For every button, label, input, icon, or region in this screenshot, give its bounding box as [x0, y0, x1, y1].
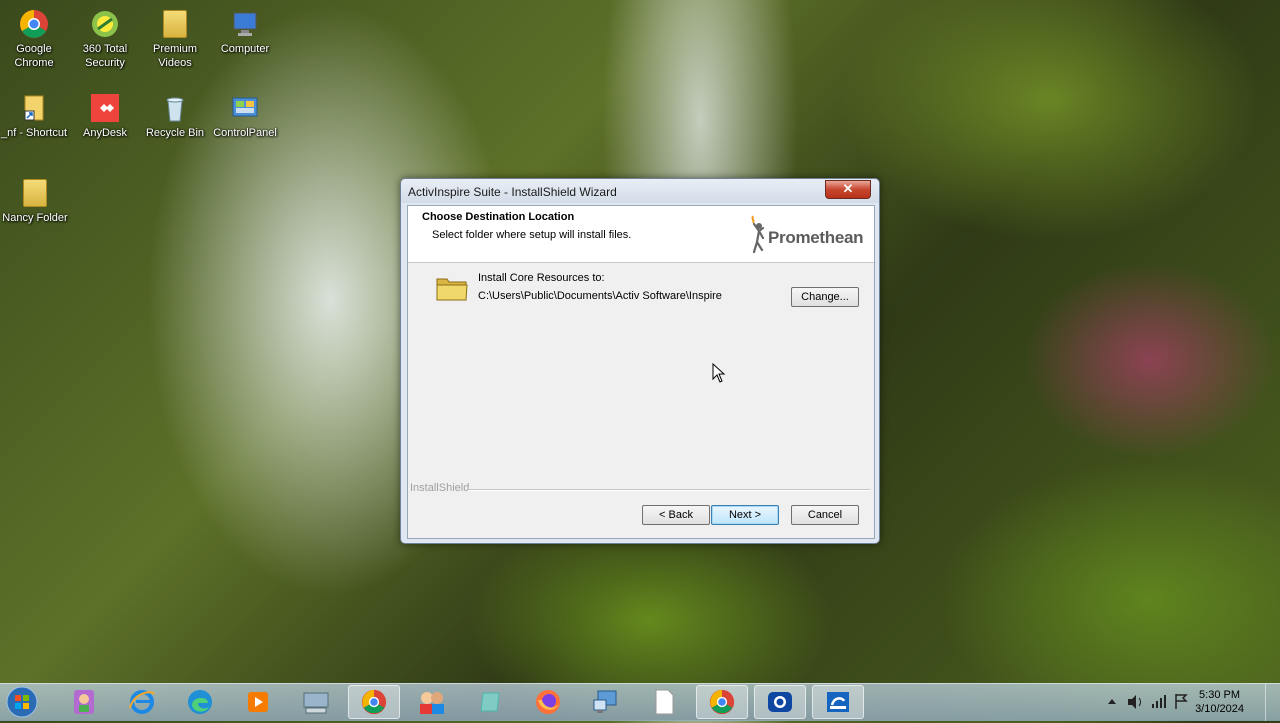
- taskbar-chrome[interactable]: [348, 685, 400, 719]
- blank-document-icon: [655, 689, 674, 715]
- desktop-icon-anydesk[interactable]: AnyDesk: [70, 92, 140, 140]
- close-button[interactable]: ✕: [825, 180, 871, 199]
- window-title: ActivInspire Suite - InstallShield Wizar…: [408, 185, 617, 199]
- promethean-logo: Promethean: [748, 214, 864, 254]
- desktop-icon-label: ControlPanel: [213, 127, 277, 139]
- desktop-icon-label: Premium Videos: [152, 43, 197, 69]
- page-title: Choose Destination Location: [422, 211, 575, 223]
- desktop-icon-label: Recycle Bin: [145, 127, 205, 139]
- show-desktop-button[interactable]: [1265, 684, 1280, 721]
- chrome-icon: [361, 689, 387, 715]
- change-button[interactable]: Change...: [791, 287, 859, 307]
- anydesk-icon: [89, 92, 121, 124]
- taskbar-chrome-2[interactable]: [696, 685, 748, 719]
- desktop-icon-label: _nf - Shortcut: [0, 127, 68, 139]
- promethean-figure-icon: [751, 215, 765, 254]
- wizard-client-area: Choose Destination Location Select folde…: [407, 205, 875, 539]
- page-subtitle: Select folder where setup will install f…: [432, 229, 632, 241]
- system-tray: 5:30 PM 3/10/2024: [1100, 684, 1280, 721]
- taskbar-keyboard-app[interactable]: [290, 685, 342, 719]
- network-app-icon: [593, 690, 617, 713]
- taskbar-media-player[interactable]: [232, 685, 284, 719]
- desktop-icon-label: Computer: [220, 43, 270, 55]
- desktop-icon-label: AnyDesk: [82, 127, 128, 139]
- computer-icon: [229, 8, 261, 40]
- folder-icon: [159, 8, 191, 40]
- desktop-icon-computer[interactable]: Computer: [210, 8, 280, 56]
- folder-icon: [436, 274, 468, 301]
- edge-icon: [188, 690, 212, 714]
- security-icon: [89, 8, 121, 40]
- windows-logo-icon: [6, 686, 38, 718]
- shortcut-icon: [18, 92, 50, 124]
- taskbar-blank-document[interactable]: [638, 685, 690, 719]
- taskbar-installer[interactable]: [812, 685, 864, 719]
- taskbar: 5:30 PM 3/10/2024: [0, 683, 1280, 721]
- title-bar[interactable]: ActivInspire Suite - InstallShield Wizar…: [401, 179, 879, 203]
- keyboard-app-icon: [303, 692, 329, 714]
- taskbar-firefox[interactable]: [522, 685, 574, 719]
- desktop-icon-label: Google Chrome: [14, 43, 54, 69]
- desktop-icon-360-total-security[interactable]: 360 Total Security: [70, 8, 140, 70]
- recycle-bin-icon: [159, 92, 191, 124]
- taskbar-edge[interactable]: [174, 685, 226, 719]
- desktop-icon-controlpanel[interactable]: ControlPanel: [210, 92, 280, 140]
- desktop-icon-recycle-bin[interactable]: Recycle Bin: [140, 92, 210, 140]
- wizard-header: Choose Destination Location Select folde…: [408, 206, 874, 263]
- install-path-text: C:\Users\Public\Documents\Activ Software…: [478, 290, 722, 302]
- logo-text: Promethean: [768, 228, 864, 247]
- start-button[interactable]: [4, 684, 44, 721]
- taskbar-network-app[interactable]: [580, 685, 632, 719]
- chrome-icon: [709, 689, 735, 715]
- next-button[interactable]: Next >: [711, 505, 779, 525]
- desktop-icon-label: Nancy Folder: [2, 212, 68, 224]
- taskbar-notes-app[interactable]: [464, 685, 516, 719]
- action-center-flag-icon: [1175, 694, 1188, 709]
- desktop-icon-label: 360 Total Security: [82, 43, 128, 69]
- chrome-icon: [18, 8, 50, 40]
- media-player-icon: [248, 692, 268, 712]
- back-button[interactable]: < Back: [642, 505, 710, 525]
- show-hidden-icons-icon: [1108, 699, 1116, 704]
- taskbar-screen-recorder[interactable]: [754, 685, 806, 719]
- notes-app-icon: [480, 692, 500, 712]
- separator-line: [468, 489, 870, 491]
- installshield-wizard-window: ActivInspire Suite - InstallShield Wizar…: [400, 178, 880, 544]
- desktop-icon-nf-shortcut[interactable]: _nf - Shortcut: [0, 92, 69, 140]
- desktop-icon-google-chrome[interactable]: Google Chrome: [0, 8, 69, 70]
- folder-icon: [19, 177, 51, 209]
- firefox-icon: [536, 690, 560, 714]
- internet-explorer-icon: [129, 690, 155, 714]
- installer-icon: [827, 692, 849, 712]
- clock-time: 5:30 PM: [1199, 689, 1241, 701]
- clock-date: 3/10/2024: [1195, 703, 1244, 715]
- mouse-cursor-icon: [712, 362, 726, 386]
- desktop-icon-nancy-folder[interactable]: Nancy Folder: [0, 177, 70, 225]
- taskbar-internet-explorer[interactable]: [116, 685, 168, 719]
- install-location-label: Install Core Resources to:: [478, 272, 605, 284]
- user-app-icon: [74, 690, 94, 714]
- taskbar-people-app[interactable]: [406, 685, 458, 719]
- control-panel-icon: [229, 92, 261, 124]
- clock[interactable]: 5:30 PM 3/10/2024: [1195, 688, 1244, 716]
- screen-recorder-icon: [768, 692, 792, 712]
- desktop-icon-premium-videos[interactable]: Premium Videos: [140, 8, 210, 70]
- cancel-button[interactable]: Cancel: [791, 505, 859, 525]
- installshield-brand-label: InstallShield: [410, 482, 470, 494]
- volume-icon: [1128, 695, 1136, 709]
- people-app-icon: [420, 692, 444, 714]
- taskbar-user-app[interactable]: [58, 685, 110, 719]
